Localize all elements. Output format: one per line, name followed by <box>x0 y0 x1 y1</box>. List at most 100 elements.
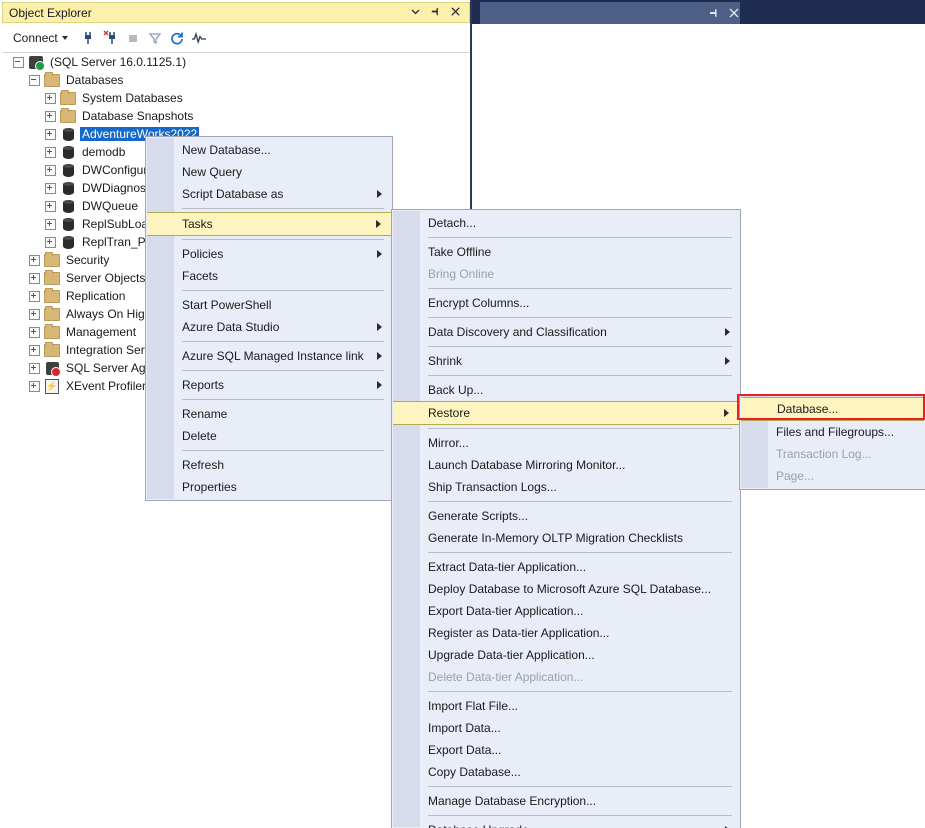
tree-node-system-databases[interactable]: System Databases <box>3 89 469 107</box>
menu-item-restore[interactable]: Restore <box>393 401 739 425</box>
menu-item-launch-database-mirroring-monitor[interactable]: Launch Database Mirroring Monitor... <box>392 454 740 476</box>
menu-item-refresh[interactable]: Refresh <box>146 454 392 476</box>
expand-icon[interactable] <box>29 255 40 266</box>
menu-item-detach[interactable]: Detach... <box>392 212 740 234</box>
collapse-icon[interactable] <box>13 57 24 68</box>
menu-item-label: Manage Database Encryption... <box>428 794 596 808</box>
menu-item-copy-database[interactable]: Copy Database... <box>392 761 740 783</box>
menu-item-script-database-as[interactable]: Script Database as <box>146 183 392 205</box>
menu-item-shrink[interactable]: Shrink <box>392 350 740 372</box>
pin-icon[interactable] <box>430 6 441 20</box>
expand-icon[interactable] <box>29 345 40 356</box>
expand-icon[interactable] <box>45 201 56 212</box>
submenu-arrow-icon <box>725 357 730 365</box>
tree-node-label: demodb <box>80 145 127 159</box>
menu-item-manage-database-encryption[interactable]: Manage Database Encryption... <box>392 790 740 812</box>
menu-item-mirror[interactable]: Mirror... <box>392 432 740 454</box>
editor-tab-buttons <box>690 3 740 23</box>
menu-separator <box>428 428 732 429</box>
menu-item-delete[interactable]: Delete <box>146 425 392 447</box>
menu-item-deploy-database-to-microsoft-azure-sql-database[interactable]: Deploy Database to Microsoft Azure SQL D… <box>392 578 740 600</box>
panel-title: Object Explorer <box>3 6 410 20</box>
expand-icon[interactable] <box>29 291 40 302</box>
menu-item-back-up[interactable]: Back Up... <box>392 379 740 401</box>
pin-icon[interactable] <box>708 7 720 19</box>
menu-item-ship-transaction-logs[interactable]: Ship Transaction Logs... <box>392 476 740 498</box>
menu-item-bring-online: Bring Online <box>392 263 740 285</box>
menu-item-policies[interactable]: Policies <box>146 243 392 265</box>
menu-item-tasks[interactable]: Tasks <box>147 212 391 236</box>
menu-item-new-query[interactable]: New Query <box>146 161 392 183</box>
expand-icon[interactable] <box>45 219 56 230</box>
menu-item-database-upgrade[interactable]: Database Upgrade <box>392 819 740 828</box>
expand-icon[interactable] <box>29 363 40 374</box>
close-icon[interactable] <box>728 7 740 19</box>
menu-item-label: New Query <box>182 165 242 179</box>
tasks-submenu[interactable]: Detach... Take Offline Bring Online Encrypt… <box>391 209 741 828</box>
menu-item-label: Back Up... <box>428 383 483 397</box>
menu-item-facets[interactable]: Facets <box>146 265 392 287</box>
disconnect-object-explorer-icon[interactable] <box>100 27 122 49</box>
menu-item-database[interactable]: Database... <box>741 397 924 421</box>
expand-icon[interactable] <box>29 327 40 338</box>
expand-icon[interactable] <box>45 111 56 122</box>
menu-item-export-data[interactable]: Export Data... <box>392 739 740 761</box>
tree-node-sql-server-16-0-1125-1[interactable]: (SQL Server 16.0.1125.1) <box>3 53 469 71</box>
database-icon <box>63 128 74 141</box>
menu-item-import-flat-file[interactable]: Import Flat File... <box>392 695 740 717</box>
folder-icon <box>44 74 60 87</box>
menu-item-data-discovery-and-classification[interactable]: Data Discovery and Classification <box>392 321 740 343</box>
database-icon <box>63 218 74 231</box>
menu-item-azure-sql-managed-instance-link[interactable]: Azure SQL Managed Instance link <box>146 345 392 367</box>
menu-item-register-as-data-tier-application[interactable]: Register as Data-tier Application... <box>392 622 740 644</box>
menu-item-label: Restore <box>428 406 470 420</box>
submenu-arrow-icon <box>377 190 382 198</box>
menu-item-start-powershell[interactable]: Start PowerShell <box>146 294 392 316</box>
filter-icon[interactable] <box>144 27 166 49</box>
menu-item-label: Policies <box>182 247 223 261</box>
expand-icon[interactable] <box>29 309 40 320</box>
activity-monitor-icon[interactable] <box>188 27 210 49</box>
connect-object-explorer-icon[interactable] <box>78 27 100 49</box>
refresh-icon[interactable] <box>166 27 188 49</box>
menu-item-files-and-filegroups[interactable]: Files and Filegroups... <box>740 421 925 443</box>
expand-icon[interactable] <box>45 183 56 194</box>
expand-icon[interactable] <box>45 147 56 158</box>
tree-node-database-snapshots[interactable]: Database Snapshots <box>3 107 469 125</box>
menu-item-upgrade-data-tier-application[interactable]: Upgrade Data-tier Application... <box>392 644 740 666</box>
submenu-arrow-icon <box>377 323 382 331</box>
menu-item-properties[interactable]: Properties <box>146 476 392 498</box>
close-icon[interactable] <box>450 6 461 20</box>
tree-node-label: Server Objects <box>64 271 147 285</box>
menu-item-label: Generate In-Memory OLTP Migration Checkl… <box>428 531 683 545</box>
menu-item-export-data-tier-application[interactable]: Export Data-tier Application... <box>392 600 740 622</box>
database-context-menu[interactable]: New Database... New Query Script Database … <box>145 136 393 501</box>
menu-item-label: Take Offline <box>428 245 491 259</box>
menu-separator <box>182 450 384 451</box>
menu-item-label: New Database... <box>182 143 271 157</box>
dropdown-icon[interactable] <box>410 6 421 20</box>
expand-icon[interactable] <box>45 93 56 104</box>
menu-item-reports[interactable]: Reports <box>146 374 392 396</box>
menu-item-import-data[interactable]: Import Data... <box>392 717 740 739</box>
connect-button[interactable]: Connect <box>9 29 72 47</box>
expand-icon[interactable] <box>29 381 40 392</box>
menu-item-generate-scripts[interactable]: Generate Scripts... <box>392 505 740 527</box>
tree-node-label: (SQL Server 16.0.1125.1) <box>48 55 188 69</box>
tree-node-databases[interactable]: Databases <box>3 71 469 89</box>
menu-item-azure-data-studio[interactable]: Azure Data Studio <box>146 316 392 338</box>
menu-item-extract-data-tier-application[interactable]: Extract Data-tier Application... <box>392 556 740 578</box>
collapse-icon[interactable] <box>29 75 40 86</box>
menu-item-encrypt-columns[interactable]: Encrypt Columns... <box>392 292 740 314</box>
menu-item-rename[interactable]: Rename <box>146 403 392 425</box>
menu-item-take-offline[interactable]: Take Offline <box>392 241 740 263</box>
expand-icon[interactable] <box>29 273 40 284</box>
expand-icon[interactable] <box>45 237 56 248</box>
restore-submenu[interactable]: Database...Files and Filegroups...Transa… <box>739 394 925 490</box>
menu-item-generate-in-memory-oltp-migration-checklists[interactable]: Generate In-Memory OLTP Migration Checkl… <box>392 527 740 549</box>
connect-button-label: Connect <box>13 31 58 45</box>
expand-icon[interactable] <box>45 129 56 140</box>
menu-item-label: Start PowerShell <box>182 298 271 312</box>
expand-icon[interactable] <box>45 165 56 176</box>
menu-item-new-database[interactable]: New Database... <box>146 139 392 161</box>
